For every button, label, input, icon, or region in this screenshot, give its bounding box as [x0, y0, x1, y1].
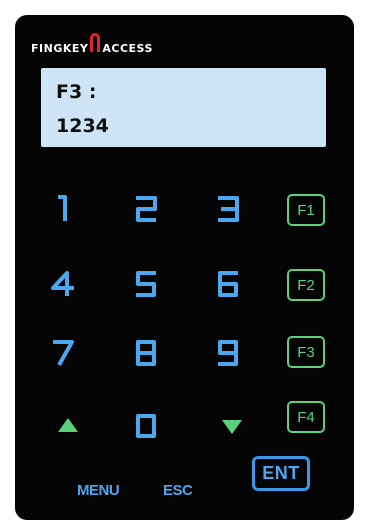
digit-0-glyph [136, 414, 156, 438]
digit-5-glyph [136, 271, 156, 297]
triangle-down-icon [222, 420, 242, 434]
esc-button[interactable]: ESC [163, 482, 193, 499]
key-3[interactable] [208, 192, 248, 226]
ent-label: ENT [262, 463, 300, 483]
key-8[interactable] [126, 336, 166, 370]
f3-label: F3 [297, 343, 315, 361]
lcd-line-2: 1234 [56, 115, 109, 137]
key-6[interactable] [208, 267, 248, 301]
digit-3-glyph [218, 196, 239, 222]
fingerprint-arch-icon [89, 31, 101, 55]
f1-label: F1 [297, 201, 315, 219]
ent-button[interactable]: ENT [252, 456, 310, 491]
up-button[interactable] [51, 408, 85, 442]
digit-6-glyph [218, 271, 238, 297]
f4-label: F4 [297, 408, 315, 426]
key-2[interactable] [126, 192, 166, 226]
triangle-up-icon [58, 418, 78, 432]
lcd-line-1: F3 : [56, 81, 97, 103]
digit-1-glyph [58, 195, 67, 221]
f2-label: F2 [297, 276, 315, 294]
f1-button[interactable]: F1 [287, 194, 325, 226]
key-4[interactable] [43, 267, 83, 301]
menu-button[interactable]: MENU [77, 482, 120, 499]
f3-button[interactable]: F3 [287, 336, 325, 368]
lcd-display: F3 : 1234 [41, 68, 326, 147]
digit-4-glyph [51, 271, 74, 296]
down-button[interactable] [215, 410, 249, 444]
key-9[interactable] [208, 336, 248, 370]
brand-left-text: FINGKEY [31, 42, 89, 55]
digit-7-glyph [53, 340, 74, 366]
brand-right-text: ACCESS [102, 42, 153, 55]
key-7[interactable] [43, 336, 83, 370]
digit-9-glyph [218, 340, 238, 366]
f2-button[interactable]: F2 [287, 269, 325, 301]
digit-8-glyph [136, 340, 156, 366]
key-5[interactable] [126, 267, 166, 301]
key-1[interactable] [43, 192, 83, 226]
keypad-device: FINGKEY ACCESS F3 : 1234 F1 F2 F3 F4 MEN… [15, 15, 354, 520]
brand-logo: FINGKEY ACCESS [31, 33, 153, 55]
digit-2-glyph [136, 196, 157, 222]
key-0[interactable] [126, 408, 166, 442]
f4-button[interactable]: F4 [287, 401, 325, 433]
